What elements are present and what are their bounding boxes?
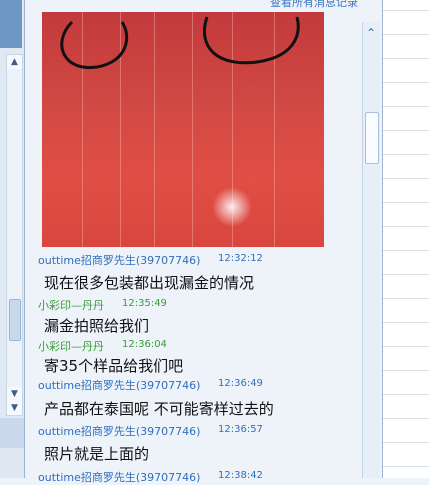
message-sender: outtime招商罗先生(39707746) (38, 379, 201, 392)
message-text: 现在很多包装都出现漏金的情况 (44, 274, 255, 292)
left-panel-header (0, 0, 22, 48)
message-text: 照片就是上面的 (44, 445, 150, 463)
right-list-panel (382, 0, 429, 478)
message-time: 12:36:57 (218, 424, 263, 435)
message-text: 寄35个样品给我们吧 (44, 357, 184, 375)
left-scrollbar-thumb[interactable] (9, 299, 21, 341)
message-time: 12:36:49 (218, 378, 263, 389)
left-panel-footer (0, 418, 24, 448)
message-sender: 小彩印—丹丹 (38, 299, 104, 312)
chevron-up-icon[interactable]: ⌃ (366, 26, 376, 40)
message-time: 12:36:04 (122, 339, 167, 350)
message-sender: outtime招商罗先生(39707746) (38, 471, 201, 484)
doodle-mark (60, 16, 300, 69)
message-sender: outtime招商罗先生(39707746) (38, 425, 201, 438)
message-time: 12:35:49 (122, 298, 167, 309)
shared-photo[interactable] (42, 12, 324, 247)
message-text: 产品都在泰国呢 不可能寄样过去的 (44, 400, 274, 418)
message-sender: outtime招商罗先生(39707746) (38, 254, 201, 267)
chat-scrollbar[interactable]: ⌃ (362, 22, 380, 478)
chevron-up-icon[interactable]: ▲ (7, 55, 22, 69)
message-time: 12:32:12 (218, 253, 263, 264)
chat-scrollbar-thumb[interactable] (365, 112, 379, 164)
chevron-down-icon[interactable]: ▼ (7, 401, 22, 415)
view-all-history-link[interactable]: 查看所有消息记录 (270, 0, 358, 10)
message-text: 漏金拍照给我们 (44, 317, 150, 335)
message-sender: 小彩印—丹丹 (38, 340, 104, 353)
left-scrollbar[interactable]: ▲ ▼ ▼ (6, 54, 23, 416)
message-time: 12:38:42 (218, 470, 263, 481)
chevron-down-icon[interactable]: ▼ (7, 387, 22, 401)
